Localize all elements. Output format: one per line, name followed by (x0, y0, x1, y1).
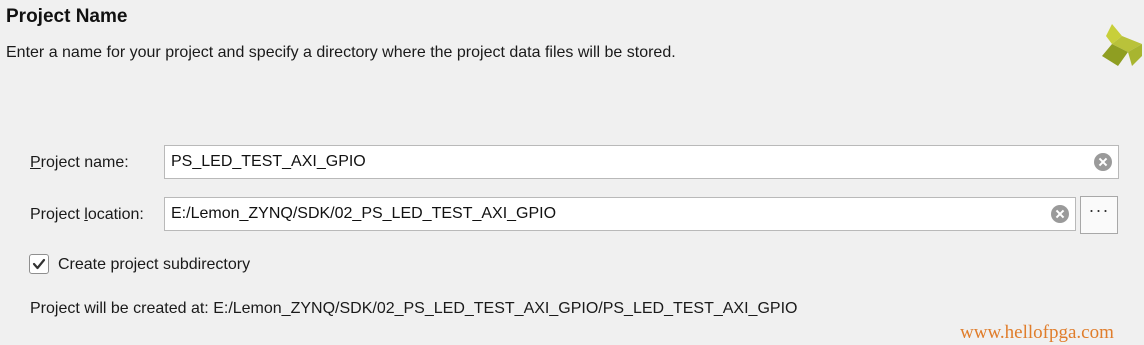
create-subdirectory-checkbox[interactable] (29, 254, 49, 274)
project-name-value[interactable]: PS_LED_TEST_AXI_GPIO (171, 153, 366, 171)
project-name-clear-icon[interactable] (1094, 153, 1112, 171)
project-name-label-text: roject name: (40, 154, 129, 171)
project-name-label: Project name: (30, 154, 129, 172)
watermark-text: www.hellofpga.com (960, 322, 1114, 343)
create-subdirectory-label[interactable]: Create project subdirectory (58, 256, 250, 274)
browse-button[interactable]: ··· (1080, 196, 1118, 234)
project-location-label-prefix: Project (30, 206, 85, 223)
checkmark-icon (32, 258, 46, 270)
page-description: Enter a name for your project and specif… (6, 44, 676, 61)
project-created-at-text: Project will be created at: E:/Lemon_ZYN… (30, 300, 798, 317)
project-name-field[interactable]: PS_LED_TEST_AXI_GPIO (164, 145, 1119, 179)
project-location-field[interactable]: E:/Lemon_ZYNQ/SDK/02_PS_LED_TEST_AXI_GPI… (164, 197, 1076, 231)
project-location-value[interactable]: E:/Lemon_ZYNQ/SDK/02_PS_LED_TEST_AXI_GPI… (171, 205, 556, 223)
page-title: Project Name (6, 6, 128, 27)
vivado-logo-icon (1102, 24, 1142, 66)
project-location-clear-icon[interactable] (1051, 205, 1069, 223)
project-location-label-suffix: ocation: (87, 206, 144, 223)
project-name-label-mnemonic: P (30, 154, 41, 171)
project-location-label: Project location: (30, 206, 144, 224)
